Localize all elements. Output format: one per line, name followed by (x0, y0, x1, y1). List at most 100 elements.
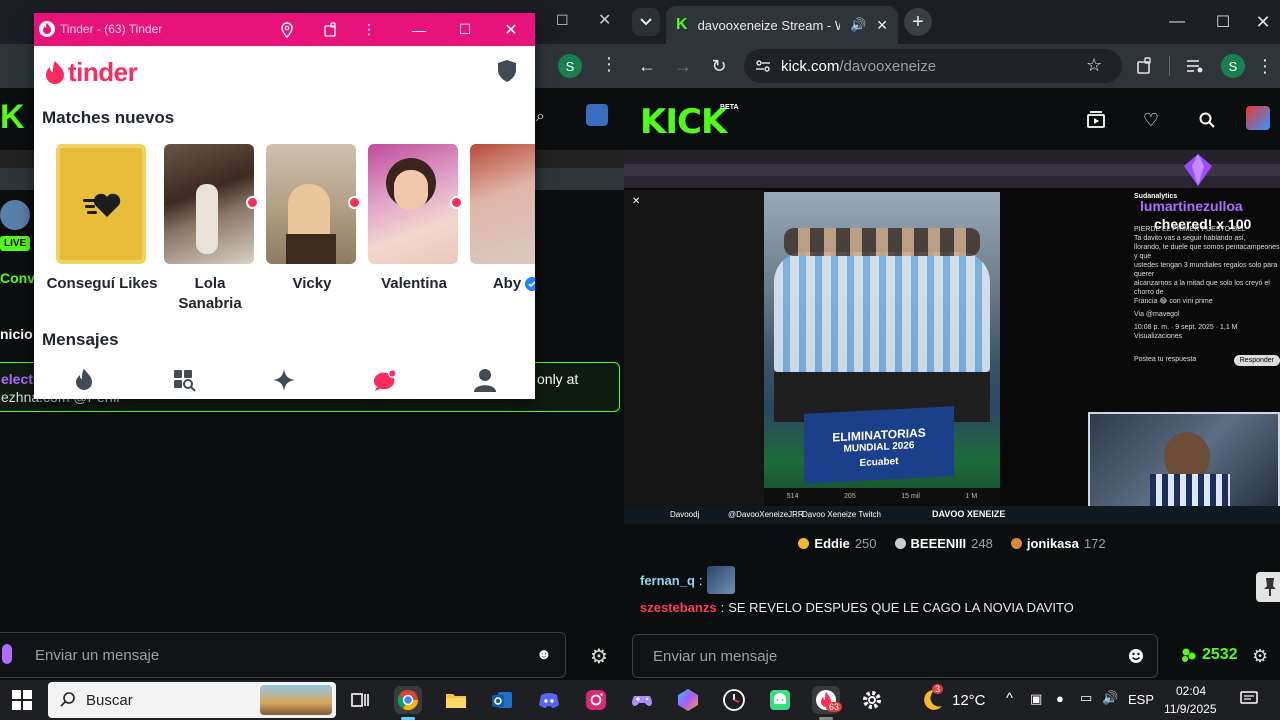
leaderboard-name: jonikasa (1026, 535, 1079, 551)
forward-icon[interactable]: → (668, 52, 698, 80)
profile-icon[interactable] (473, 368, 497, 392)
kick-minimize-button[interactable]: — (1154, 0, 1200, 44)
chat-username[interactable]: fernan_q (640, 573, 695, 588)
tab-search-dropdown[interactable] (632, 8, 660, 36)
tray-network-icon[interactable]: ▭ (1080, 690, 1092, 706)
video-social-2: @DavooXeneizeJRR (728, 510, 804, 519)
match-card-valentina[interactable]: Valentina (368, 144, 463, 294)
left-search-icon[interactable]: ⌕ (536, 108, 545, 126)
tinder-logo[interactable]: tinder (44, 57, 138, 88)
explore-icon[interactable] (172, 368, 196, 392)
notifications-icon[interactable] (1240, 690, 1258, 708)
tab-audio-icon[interactable]: 🔊 (850, 17, 866, 33)
tinder-menu-icon[interactable]: ⋮ (352, 13, 386, 46)
kick-tab[interactable]: K davooxeneize Stream - Wat 🔊 ✕ (666, 6, 898, 44)
tinder-window-title: Tinder - (63) Tinder (60, 22, 163, 36)
media-controls-icon[interactable] (1180, 52, 1210, 80)
pin-chat-button[interactable] (1256, 572, 1280, 602)
location-icon[interactable] (270, 13, 304, 46)
kick-close-button[interactable]: ✕ (1240, 0, 1280, 44)
task-view-icon[interactable] (346, 686, 374, 714)
tinder-logo-text: tinder (68, 57, 138, 87)
site-info-icon[interactable] (754, 57, 772, 75)
taskbar-search[interactable]: Buscar (48, 682, 336, 718)
kick-profile-avatar[interactable]: S (1221, 54, 1245, 78)
extensions-icon[interactable] (1130, 52, 1160, 80)
tweet-line: ustedes tengan 3 mundiales regalos solo … (1134, 262, 1278, 278)
chrome-icon[interactable] (394, 686, 422, 714)
match-photo (164, 144, 254, 264)
left-profile-avatar[interactable]: S (558, 54, 582, 78)
left-emoji-icon[interactable]: ☻ (536, 646, 552, 663)
safety-shield-icon[interactable] (496, 59, 518, 83)
match-card-lola[interactable]: Lola Sanabria (164, 144, 259, 314)
android-icon[interactable] (766, 686, 794, 714)
back-icon[interactable]: ← (632, 52, 662, 80)
outlook-icon[interactable] (488, 686, 516, 714)
left-settings-icon[interactable]: ⚙ (590, 644, 608, 669)
chrome-menu-icon[interactable]: ⋮ (1250, 52, 1280, 80)
microphone-icon[interactable] (2, 644, 12, 664)
tray-mic-icon[interactable]: ● (1056, 691, 1064, 706)
taskbar-search-placeholder: Buscar (86, 691, 133, 709)
tweet-stat-likes: 15 mil (901, 492, 920, 500)
channel-points[interactable]: 2532 (1180, 646, 1238, 664)
tray-language[interactable]: ESP (1128, 692, 1154, 707)
left-streamer-avatar[interactable] (0, 200, 30, 230)
leaderboard-entry[interactable]: Eddie 250 (798, 530, 877, 556)
reload-icon[interactable]: ↻ (704, 52, 734, 80)
instagram-icon[interactable] (582, 686, 610, 714)
gamepad-icon[interactable] (628, 686, 656, 714)
tab-close-icon[interactable]: ✕ (876, 17, 888, 34)
stream-video-player[interactable]: ✕ ELIMINATORIAS MUNDIAL 2026 Ecuabet 514… (624, 150, 1280, 524)
leaderboard-entry[interactable]: BEEENIII 248 (894, 530, 993, 556)
extension-icon[interactable] (314, 13, 348, 46)
user-avatar[interactable] (1246, 106, 1270, 130)
tinder-maximize-button[interactable]: ☐ (448, 13, 482, 46)
tinder-close-button[interactable]: ✕ (494, 13, 528, 46)
weather-icon[interactable]: 3 (920, 684, 946, 712)
windows-start-icon[interactable] (12, 690, 32, 710)
emoji-icon[interactable] (1128, 648, 1144, 664)
match-card-vicky[interactable]: Vicky (266, 144, 361, 294)
tray-volume-icon[interactable]: 🔊 (1102, 690, 1118, 706)
discord-icon[interactable] (535, 686, 563, 714)
match-card-aby[interactable]: Aby (470, 144, 535, 294)
address-bar[interactable]: kick.com/davooxeneize ☆ (744, 49, 1122, 83)
left-kick-logo: K (0, 98, 25, 136)
chat-username[interactable]: szestebanzs (640, 600, 717, 615)
bookmark-star-icon[interactable]: ☆ (1086, 55, 1102, 76)
flame-icon[interactable] (72, 368, 96, 392)
chat-icon[interactable] (373, 368, 397, 392)
left-avatar[interactable] (586, 104, 608, 126)
clock-app-icon[interactable] (720, 686, 748, 714)
file-explorer-icon[interactable] (442, 686, 470, 714)
chat-input[interactable]: Enviar un mensaje (632, 634, 1158, 678)
browse-icon[interactable] (1084, 108, 1108, 132)
kick-beta-badge: BETA (720, 104, 739, 111)
tinder-taskbar-icon[interactable]: 63 (812, 686, 843, 714)
tray-date[interactable]: 11/9/2025 (1164, 702, 1217, 716)
left-chat-input[interactable]: Enviar un mensaje (0, 632, 566, 678)
copilot-icon[interactable] (674, 686, 702, 714)
left-maximize-button[interactable]: ☐ (556, 12, 569, 29)
tray-device-icon[interactable]: ▣ (1030, 691, 1042, 707)
match-name: Aby (492, 275, 522, 292)
tinder-minimize-button[interactable]: — (402, 13, 436, 46)
left-partial-inicio[interactable]: nicio (0, 326, 33, 342)
sparkle-icon[interactable] (272, 368, 296, 392)
search-icon[interactable] (1195, 108, 1219, 132)
left-close-button[interactable]: ✕ (598, 10, 611, 30)
match-card-likes[interactable]: Conseguí Likes (47, 144, 157, 294)
tweet-stat-replies: 514 (786, 492, 799, 500)
leaderboard-entry[interactable]: jonikasa 172 (1010, 530, 1106, 556)
new-tab-button[interactable]: + (904, 8, 932, 36)
tray-time[interactable]: 02:04 (1176, 684, 1206, 698)
left-menu-icon[interactable]: ⋮ (600, 54, 618, 75)
chat-settings-icon[interactable]: ⚙ (1252, 646, 1272, 666)
weather-temp[interactable]: 12°C (952, 692, 986, 709)
kick-logo[interactable]: KICK (640, 102, 727, 142)
settings-icon[interactable] (858, 686, 886, 714)
tray-chevron-icon[interactable]: ^ (1006, 690, 1013, 707)
following-heart-icon[interactable]: ♡ (1139, 108, 1163, 132)
